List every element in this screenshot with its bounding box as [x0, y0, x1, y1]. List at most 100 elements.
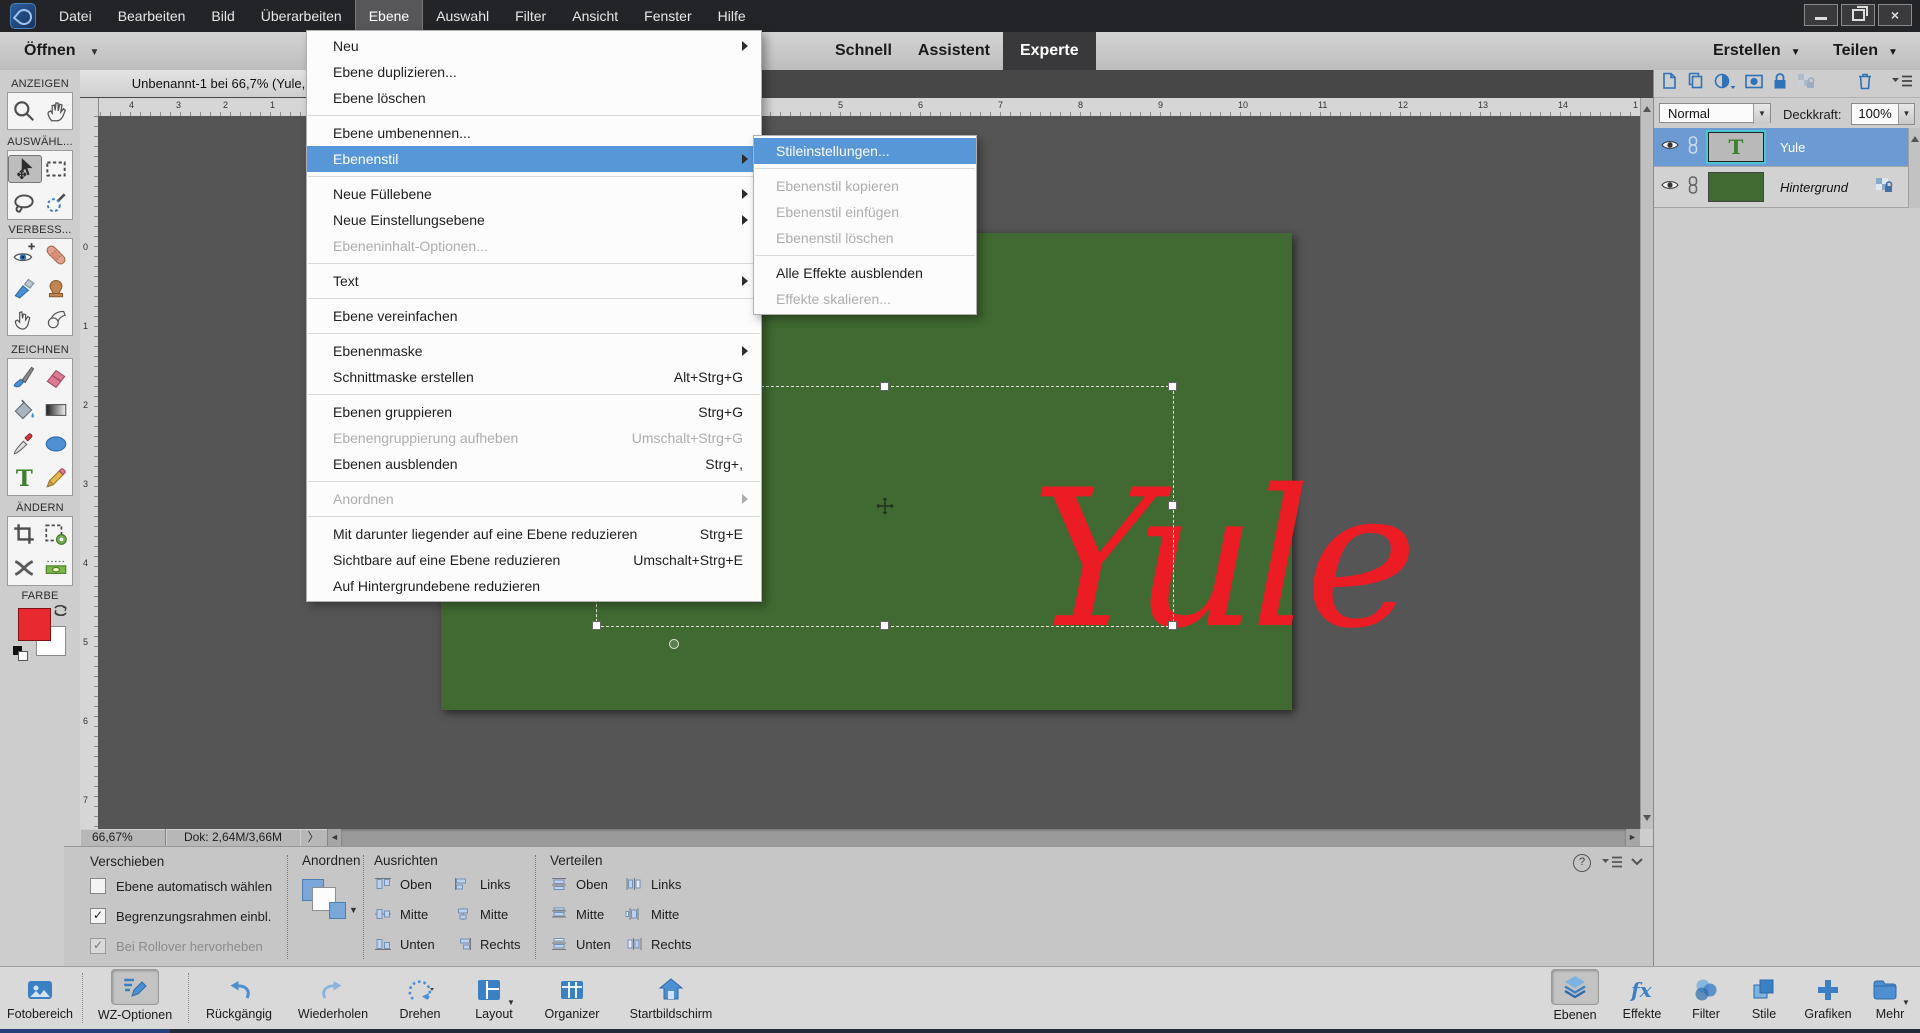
menu-item-neue-einstellungsebene[interactable]: Neue Einstellungsebene	[307, 207, 761, 233]
align-center-icon[interactable]	[454, 907, 472, 924]
new-group-icon[interactable]	[1686, 71, 1706, 96]
menu-hilfe[interactable]: Hilfe	[705, 0, 759, 32]
new-layer-icon[interactable]	[1659, 71, 1679, 96]
menu-ueberarbeiten[interactable]: Überarbeiten	[248, 0, 355, 32]
layer-visibility-icon[interactable]	[1660, 137, 1680, 158]
create-button[interactable]: Erstellen▼	[1713, 32, 1801, 70]
taskbar-grafiken[interactable]: Grafiken	[1795, 973, 1861, 1021]
scroll-left-icon[interactable]: ◄	[330, 832, 339, 842]
menu-item-neu[interactable]: Neu	[307, 33, 761, 59]
menu-item-ebenen-ausblenden[interactable]: Ebenen ausblendenStrg+,	[307, 451, 761, 477]
menu-bearbeiten[interactable]: Bearbeiten	[105, 0, 199, 32]
clone-stamp-tool[interactable]	[40, 274, 72, 300]
scroll-down-icon[interactable]	[1643, 815, 1651, 825]
share-button[interactable]: Teilen▼	[1833, 32, 1898, 70]
smudge-tool[interactable]	[8, 306, 40, 332]
link-layer-icon[interactable]	[1686, 135, 1700, 160]
scroll-up-icon[interactable]	[1911, 132, 1919, 142]
open-button[interactable]: Öffnen▼	[24, 32, 99, 70]
default-colors-icon[interactable]	[18, 651, 28, 661]
lasso-tool[interactable]	[8, 190, 40, 216]
paint-bucket-tool[interactable]	[8, 397, 40, 423]
menu-fenster[interactable]: Fenster	[631, 0, 704, 32]
layer-thumbnail[interactable]: T	[1708, 132, 1764, 162]
eyedropper-tool[interactable]	[8, 431, 40, 457]
taskbar-wiederholen[interactable]: Wiederholen	[288, 973, 378, 1021]
distribute-top-button[interactable]: Oben	[576, 877, 608, 892]
chevron-down-icon[interactable]: ▼	[1898, 104, 1914, 124]
bounding-box-checkbox[interactable]: ✓	[90, 908, 106, 924]
menu-auswahl[interactable]: Auswahl	[423, 0, 502, 32]
adjustment-layer-icon[interactable]	[1713, 71, 1737, 96]
layer-name[interactable]: Yule	[1780, 140, 1805, 155]
tab-schnell[interactable]: Schnell	[822, 32, 905, 70]
menu-item-neue-fuellebene[interactable]: Neue Füllebene	[307, 181, 761, 207]
submenu-item-stileinstellungen[interactable]: Stileinstellungen...	[754, 138, 976, 164]
layer-row-hintergrund[interactable]: Hintergrund	[1654, 167, 1908, 208]
quick-selection-tool[interactable]	[40, 190, 72, 216]
menu-item-sichtbare-reduzieren[interactable]: Sichtbare auf eine Ebene reduzierenUmsch…	[307, 547, 761, 573]
menu-item-ebene-loeschen[interactable]: Ebene löschen	[307, 85, 761, 111]
link-layer-icon[interactable]	[1686, 175, 1700, 200]
document-size-info[interactable]: Dok: 2,64M/3,66M	[166, 829, 301, 846]
opacity-value-field[interactable]: 100%	[1851, 103, 1899, 125]
blur-tool[interactable]	[40, 306, 72, 332]
menu-item-auf-hintergrundebene[interactable]: Auf Hintergrundebene reduzieren	[307, 573, 761, 599]
taskbar-effekte[interactable]: fx Effekte	[1611, 973, 1673, 1021]
horizontal-scrollbar[interactable]	[341, 829, 1626, 846]
align-right-button[interactable]: Rechts	[480, 937, 520, 952]
text-tool[interactable]: T	[8, 465, 40, 491]
zoom-level[interactable]: 66,67%	[80, 829, 166, 846]
transform-handle[interactable]	[880, 621, 889, 630]
menu-ansicht[interactable]: Ansicht	[559, 0, 631, 32]
menu-item-ebenen-gruppieren[interactable]: Ebenen gruppierenStrg+G	[307, 399, 761, 425]
menu-item-schnittmaske-erstellen[interactable]: Schnittmaske erstellenAlt+Strg+G	[307, 364, 761, 390]
menu-ebene[interactable]: Ebene	[355, 0, 423, 32]
gradient-tool[interactable]	[40, 397, 72, 423]
recompose-tool[interactable]	[40, 521, 72, 547]
taskbar-mehr[interactable]: ▼ Mehr	[1865, 973, 1915, 1021]
align-bottom-icon[interactable]	[374, 937, 392, 954]
taskbar-organizer[interactable]: Organizer	[532, 973, 612, 1021]
pencil-tool[interactable]	[40, 465, 72, 491]
distribute-top-icon[interactable]	[550, 877, 568, 894]
spot-healing-tool[interactable]	[40, 242, 72, 268]
layer-locked-icon[interactable]	[1874, 175, 1894, 200]
minimize-button[interactable]	[1804, 4, 1838, 26]
menu-item-ebene-duplizieren[interactable]: Ebene duplizieren...	[307, 59, 761, 85]
align-left-icon[interactable]	[454, 877, 472, 894]
blend-mode-select[interactable]: Normal▼	[1659, 103, 1771, 123]
layer-name[interactable]: Hintergrund	[1780, 180, 1848, 195]
red-eye-tool[interactable]	[8, 242, 40, 268]
taskbar-wz-optionen[interactable]: WZ-Optionen	[86, 969, 184, 1022]
layer-mask-icon[interactable]	[1744, 71, 1764, 96]
straighten-tool[interactable]	[40, 555, 72, 581]
smooth-skin-tool[interactable]	[8, 274, 40, 300]
taskbar-startbildschirm[interactable]: Startbildschirm	[616, 973, 726, 1021]
menu-datei[interactable]: Datei	[46, 0, 105, 32]
distribute-center-button[interactable]: Mitte	[651, 907, 679, 922]
rollover-highlight-checkbox[interactable]: ✓	[90, 938, 106, 954]
distribute-left-icon[interactable]	[625, 877, 643, 894]
crop-tool[interactable]	[8, 521, 40, 547]
menu-item-ebene-vereinfachen[interactable]: Ebene vereinfachen	[307, 303, 761, 329]
vertical-scrollbar[interactable]	[1640, 98, 1654, 829]
lock-transparency-icon[interactable]	[1796, 71, 1816, 96]
align-middle-button[interactable]: Mitte	[400, 907, 428, 922]
collapse-panel-icon[interactable]	[1629, 853, 1645, 872]
brush-tool[interactable]	[8, 363, 40, 389]
layers-scrollbar[interactable]	[1908, 128, 1920, 208]
rotate-handle[interactable]	[669, 639, 679, 649]
distribute-bottom-button[interactable]: Unten	[576, 937, 611, 952]
layer-row-yule[interactable]: T Yule	[1654, 128, 1908, 167]
taskbar-filter[interactable]: Filter	[1679, 973, 1733, 1021]
taskbar-drehen[interactable]: Drehen	[384, 973, 456, 1021]
arrange-button[interactable]: ▼	[302, 879, 364, 929]
distribute-right-button[interactable]: Rechts	[651, 937, 691, 952]
help-icon[interactable]: ?	[1573, 854, 1591, 872]
distribute-center-icon[interactable]	[625, 907, 643, 924]
menu-item-reduzieren-darunter[interactable]: Mit darunter liegender auf eine Ebene re…	[307, 521, 761, 547]
distribute-middle-button[interactable]: Mitte	[576, 907, 604, 922]
transform-handle[interactable]	[880, 382, 889, 391]
transform-handle[interactable]	[1168, 382, 1177, 391]
